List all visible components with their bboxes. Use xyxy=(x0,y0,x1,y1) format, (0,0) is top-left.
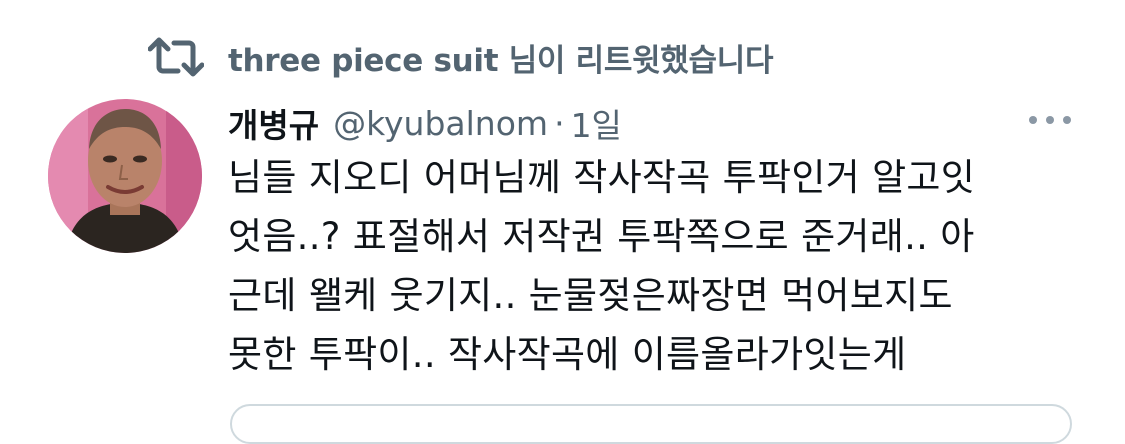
tweet-text-line: 님들 지오디 어머님께 작사작곡 투팍인거 알고잇 xyxy=(228,156,976,199)
quoted-card-edge[interactable] xyxy=(230,404,1072,444)
separator-dot: · xyxy=(554,103,565,143)
retweet-label: three piece suit 님이 리트윗했습니다 xyxy=(228,42,774,79)
tweet-timestamp[interactable]: 1일 xyxy=(571,99,622,147)
tweet-text: 님들 지오디 어머님께 작사작곡 투팍인거 알고잇 엇음..? 표절해서 저작권… xyxy=(228,148,1078,384)
tweet-text-line: 못한 투팍이.. 작사작곡에 이름올라가잇는게 xyxy=(228,333,907,376)
author-display-name[interactable]: 개병규 xyxy=(228,99,319,147)
retweet-icon xyxy=(148,35,204,79)
author-handle[interactable]: @kyubalnom xyxy=(333,104,548,143)
tweet-text-line: 근데 왤케 웃기지.. 눈물젖은짜장면 먹어보지도 xyxy=(228,274,953,317)
more-icon xyxy=(1028,110,1072,129)
avatar[interactable] xyxy=(48,99,202,253)
more-options-button[interactable] xyxy=(1024,104,1076,134)
tweet-header: 개병규 @kyubalnom · 1일 xyxy=(228,98,622,148)
tweet-text-line: 엇음..? 표절해서 저작권 투팍쪽으로 준거래.. 아 xyxy=(228,215,975,258)
retweet-context[interactable]: three piece suit 님이 리트윗했습니다 xyxy=(148,30,773,84)
